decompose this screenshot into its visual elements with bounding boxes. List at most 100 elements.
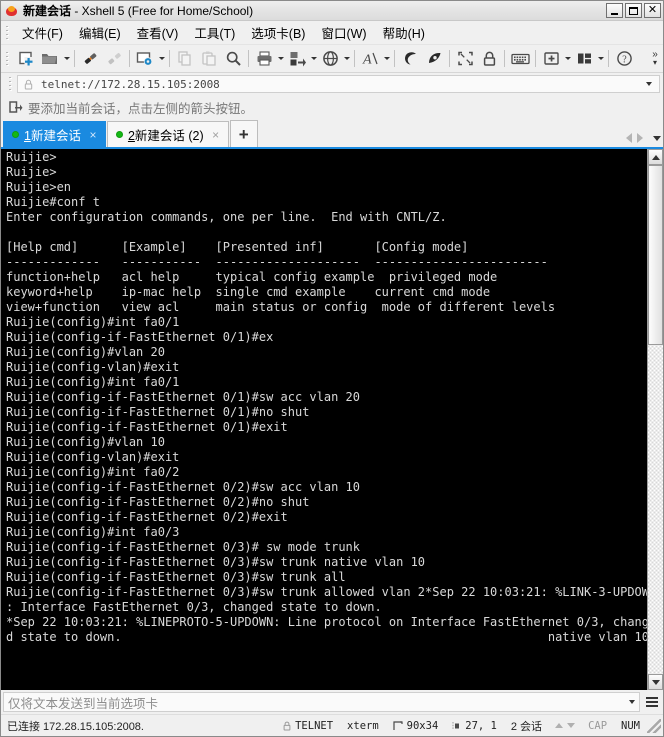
print-dropdown-icon[interactable] xyxy=(278,57,284,60)
tab-label-1: 1新建会话 xyxy=(24,129,81,143)
terminal-scrollbar[interactable] xyxy=(647,149,663,690)
toolbar-separator xyxy=(394,50,395,67)
close-button[interactable]: ✕ xyxy=(644,3,661,18)
chevron-left-icon[interactable] xyxy=(626,133,632,143)
menu-grip-icon[interactable] xyxy=(4,23,12,42)
menu-help[interactable]: 帮助(H) xyxy=(375,20,433,45)
chevron-down-icon[interactable] xyxy=(646,82,652,86)
terminal-line: Ruijie(config-vlan)#exit xyxy=(6,450,180,464)
address-grip-icon[interactable] xyxy=(7,75,15,93)
find-icon[interactable] xyxy=(221,47,245,71)
scroll-up-button[interactable] xyxy=(648,149,663,165)
lock-icon[interactable] xyxy=(477,47,501,71)
keyboard-icon[interactable] xyxy=(508,47,532,71)
copy-icon xyxy=(173,47,197,71)
terminal-output[interactable]: Ruijie> Ruijie> Ruijie>en Ruijie#conf t Ente… xyxy=(1,149,647,690)
terminal-line: Ruijie(config-if-FastEthernet 0/2)#no sh… xyxy=(6,495,310,509)
toolbar-grip-icon[interactable] xyxy=(4,49,12,68)
terminal-line: function+help acl help typical config ex… xyxy=(6,270,498,284)
hamburger-menu-icon[interactable] xyxy=(643,692,661,712)
minimize-button[interactable] xyxy=(606,3,623,18)
globe-icon[interactable] xyxy=(318,47,342,71)
terminal-line: Ruijie(config-if-FastEthernet 0/1)#ex xyxy=(6,330,274,344)
toolbar-separator xyxy=(608,50,609,67)
arrow-down-icon xyxy=(567,723,576,728)
tab-bar: 1新建会话 × 2新建会话 (2) × + xyxy=(1,119,663,147)
tab-session-1[interactable]: 1新建会话 × xyxy=(3,121,106,147)
layout-dropdown-icon[interactable] xyxy=(598,57,604,60)
font-dropdown-icon[interactable] xyxy=(384,57,390,60)
svg-text:?: ? xyxy=(622,54,627,65)
cursor-icon xyxy=(452,721,461,731)
menu-edit[interactable]: 编辑(E) xyxy=(71,20,129,45)
add-session-arrow-icon xyxy=(9,100,23,114)
toolbar-separator xyxy=(169,50,170,67)
fullscreen-icon[interactable] xyxy=(453,47,477,71)
send-input-box[interactable]: 仅将文本发送到当前选项卡 xyxy=(3,692,640,712)
toolbar-separator xyxy=(504,50,505,67)
resize-grip-icon[interactable] xyxy=(647,718,661,733)
add-pane-icon[interactable] xyxy=(539,47,563,71)
terminal-line: Ruijie(config-if-FastEthernet 0/2)#exit xyxy=(6,510,288,524)
font-icon[interactable]: A xyxy=(358,47,382,71)
address-bar[interactable]: telnet://172.28.15.105:2008 xyxy=(17,75,660,93)
menu-window[interactable]: 窗口(W) xyxy=(313,20,374,45)
print-icon[interactable] xyxy=(252,47,276,71)
terminal-line: Ruijie(config-if-FastEthernet 0/3)# sw m… xyxy=(6,540,361,554)
chevron-right-icon[interactable] xyxy=(637,133,643,143)
session-properties-dropdown-icon[interactable] xyxy=(159,57,165,60)
scroll-down-button[interactable] xyxy=(648,674,663,690)
tab-close-button-1[interactable]: × xyxy=(87,128,99,142)
connect-icon[interactable] xyxy=(78,47,102,71)
terminal-line: Ruijie(config-if-FastEthernet 0/3)#sw tr… xyxy=(6,570,346,584)
open-folder-dropdown-icon[interactable] xyxy=(64,57,70,60)
status-bar: 已连接 172.28.15.105:2008. TELNET xterm 90x… xyxy=(1,714,663,736)
toolbar-separator xyxy=(354,50,355,67)
file-transfer-icon[interactable] xyxy=(285,47,309,71)
send-input[interactable]: 仅将文本发送到当前选项卡 xyxy=(8,693,629,712)
terminal-line: Ruijie(config-vlan)#exit xyxy=(6,360,180,374)
terminal-area: Ruijie> Ruijie> Ruijie>en Ruijie#conf t Ente… xyxy=(1,147,663,690)
terminal-line: Ruijie(config-if-FastEthernet 0/1)#no sh… xyxy=(6,405,310,419)
chevron-down-icon[interactable] xyxy=(629,700,635,704)
terminal-line: Ruijie(config-if-FastEthernet 0/1)#exit xyxy=(6,420,288,434)
add-pane-dropdown-icon[interactable] xyxy=(565,57,571,60)
menu-tabs[interactable]: 选项卡(B) xyxy=(243,20,313,45)
xftp-icon[interactable] xyxy=(398,47,422,71)
menu-tools[interactable]: 工具(T) xyxy=(186,20,243,45)
toolbar: A ? » ▾ xyxy=(1,45,663,73)
menu-view[interactable]: 查看(V) xyxy=(129,20,187,45)
toolbar-separator xyxy=(74,50,75,67)
maximize-button[interactable] xyxy=(625,3,642,18)
menu-file[interactable]: 文件(F) xyxy=(14,20,71,45)
window-title: 新建会话 - Xshell 5 (Free for Home/School) xyxy=(23,2,606,19)
terminal-line: Ruijie(config)#int fa0/1 xyxy=(6,375,180,389)
chevron-down-icon[interactable] xyxy=(653,135,661,141)
globe-dropdown-icon[interactable] xyxy=(344,57,350,60)
new-session-icon[interactable] xyxy=(14,47,38,71)
tab-close-button-2[interactable]: × xyxy=(210,128,222,142)
new-tab-button[interactable]: + xyxy=(229,120,258,147)
help-icon[interactable]: ? xyxy=(612,47,636,71)
file-transfer-dropdown-icon[interactable] xyxy=(311,57,317,60)
terminal-line: Ruijie(config-if-FastEthernet 0/3)#sw tr… xyxy=(6,585,647,599)
terminal-line: Ruijie> xyxy=(6,150,57,164)
status-size: 90x34 xyxy=(386,718,446,734)
tab-session-2[interactable]: 2新建会话 (2) × xyxy=(106,121,229,147)
disconnect-icon[interactable] xyxy=(102,47,126,71)
open-folder-icon[interactable] xyxy=(38,47,62,71)
scrollbar-track[interactable] xyxy=(648,345,663,674)
terminal-line: Ruijie> xyxy=(6,165,57,179)
xshell-icon[interactable] xyxy=(422,47,446,71)
address-input[interactable]: telnet://172.28.15.105:2008 xyxy=(41,78,646,91)
address-bar-row: telnet://172.28.15.105:2008 xyxy=(1,73,663,95)
layout-icon[interactable] xyxy=(572,47,596,71)
tab-label-2: 2新建会话 (2) xyxy=(127,129,204,143)
arrow-up-icon xyxy=(555,723,564,728)
scrollbar-thumb[interactable] xyxy=(648,165,663,345)
session-properties-icon[interactable] xyxy=(133,47,157,71)
terminal-line: Ruijie(config-if-FastEthernet 0/2)#sw ac… xyxy=(6,480,361,494)
terminal-line: Ruijie>en xyxy=(6,180,72,194)
toolbar-overflow-button[interactable]: » ▾ xyxy=(649,47,661,71)
